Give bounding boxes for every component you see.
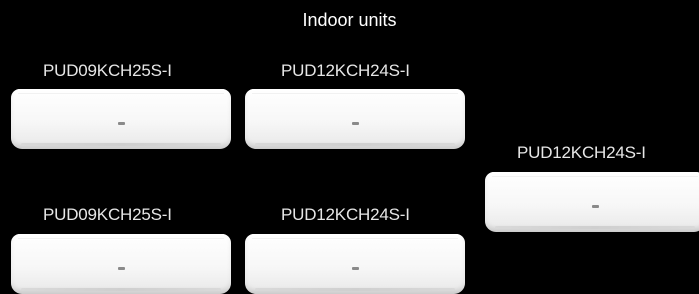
brand-logo-icon [592,205,599,208]
unit-label: PUD09KCH25S-I [43,205,172,224]
indoor-unit-image [245,89,465,149]
unit-label: PUD12KCH24S-I [517,143,646,162]
indoor-unit-image [11,89,231,149]
indoor-unit-image [485,172,699,232]
brand-logo-icon [118,267,125,270]
unit-label: PUD12KCH24S-I [281,61,410,80]
indoor-unit-image [245,234,465,294]
brand-logo-icon [352,122,359,125]
page-title: Indoor units [302,10,397,30]
indoor-unit-image [11,234,231,294]
unit-label: PUD09KCH25S-I [43,61,172,80]
brand-logo-icon [118,122,125,125]
unit-label: PUD12KCH24S-I [281,205,410,224]
brand-logo-icon [352,267,359,270]
